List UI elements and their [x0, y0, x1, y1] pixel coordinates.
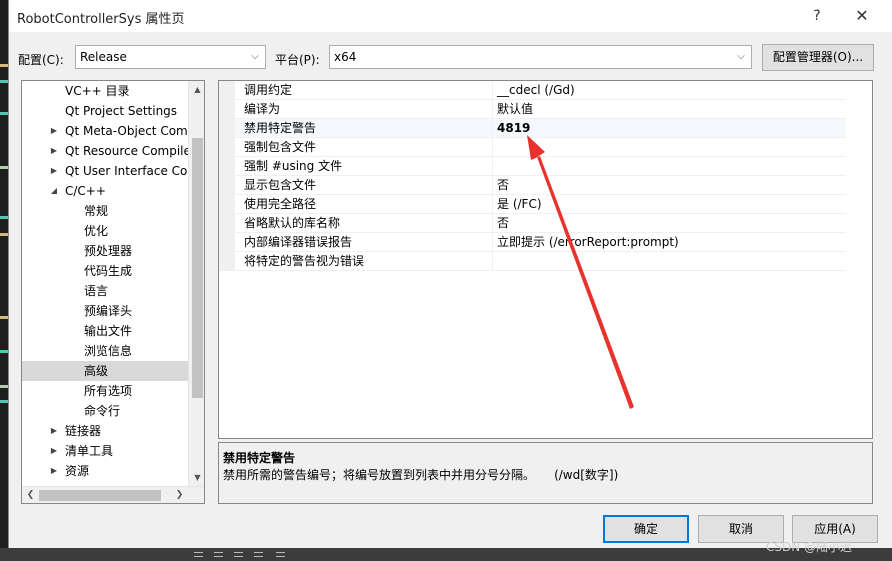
tree-item-all-options[interactable]: 所有选项: [22, 381, 188, 401]
row-gutter: [219, 252, 235, 271]
property-name: 省略默认的库名称: [235, 214, 493, 233]
property-name: 内部编译器错误报告: [235, 233, 493, 252]
title-bar: RobotControllerSys 属性页 ? ✕: [9, 0, 892, 32]
expand-arrow-icon[interactable]: ▶: [49, 461, 59, 481]
tree-item-linker[interactable]: ▶ 链接器: [22, 421, 188, 441]
row-gutter: [219, 176, 235, 195]
property-value[interactable]: __cdecl (/Gd): [494, 81, 846, 100]
scroll-left-icon[interactable]: ❮: [22, 487, 39, 503]
tree-item-optimization[interactable]: 优化: [22, 221, 188, 241]
property-value[interactable]: 否: [494, 176, 846, 195]
property-value[interactable]: [494, 157, 846, 176]
property-row-omit-default-library-name[interactable]: 省略默认的库名称 否: [219, 214, 846, 233]
platform-value: x64: [334, 50, 357, 64]
expand-arrow-icon[interactable]: ▶: [49, 441, 59, 461]
property-value[interactable]: 4819: [494, 119, 846, 138]
row-gutter: [219, 195, 235, 214]
tree-item-qt-meta-object[interactable]: ▶ Qt Meta-Object Com: [22, 121, 188, 141]
property-grid[interactable]: 调用约定 __cdecl (/Gd) 编译为 默认值 禁用特定警告 4819 强…: [218, 80, 873, 439]
window-title: RobotControllerSys 属性页: [17, 12, 185, 27]
category-tree[interactable]: VC++ 目录 Qt Project Settings ▶ Qt Meta-Ob…: [21, 80, 205, 504]
property-row-compile-as[interactable]: 编译为 默认值: [219, 100, 846, 119]
row-gutter: [219, 100, 235, 119]
property-row-calling-convention[interactable]: 调用约定 __cdecl (/Gd): [219, 81, 846, 100]
property-value[interactable]: 默认值: [494, 100, 846, 119]
property-name: 调用约定: [235, 81, 493, 100]
property-value[interactable]: 否: [494, 214, 846, 233]
config-label: 配置(C):: [18, 53, 64, 67]
expand-arrow-icon[interactable]: ▶: [49, 161, 59, 181]
property-name: 强制 #using 文件: [235, 157, 493, 176]
property-row-internal-compiler-error-reporting[interactable]: 内部编译器错误报告 立即提示 (/errorReport:prompt): [219, 233, 846, 252]
row-gutter: [219, 81, 235, 100]
property-value[interactable]: [494, 138, 846, 157]
row-gutter: [219, 138, 235, 157]
property-description-panel: 禁用特定警告 禁用所需的警告编号；将编号放置到列表中并用分号分隔。 (/wd[数…: [218, 442, 873, 504]
property-name: 强制包含文件: [235, 138, 493, 157]
tree-item-precompiled-headers[interactable]: 预编译头: [22, 301, 188, 321]
property-row-treat-warnings-as-errors[interactable]: 将特定的警告视为错误: [219, 252, 846, 271]
tree-item-browse-information[interactable]: 浏览信息: [22, 341, 188, 361]
tree-item-qt-resource-compiler[interactable]: ▶ Qt Resource Compile: [22, 141, 188, 161]
property-name: 禁用特定警告: [235, 119, 493, 138]
tree-item-advanced[interactable]: 高级: [22, 361, 188, 381]
tree-item-qt-user-interface[interactable]: ▶ Qt User Interface Co: [22, 161, 188, 181]
close-button[interactable]: ✕: [847, 2, 877, 30]
collapse-arrow-icon[interactable]: ◢: [49, 181, 59, 201]
property-name: 编译为: [235, 100, 493, 119]
scroll-thumb[interactable]: [39, 490, 161, 501]
tree-item-general[interactable]: 常规: [22, 201, 188, 221]
scroll-down-icon[interactable]: ▼: [189, 469, 204, 486]
row-gutter: [219, 119, 235, 138]
tree-item-qt-project-settings[interactable]: Qt Project Settings: [22, 101, 188, 121]
expand-arrow-icon[interactable]: ▶: [49, 121, 59, 141]
property-value[interactable]: 立即提示 (/errorReport:prompt): [494, 233, 846, 252]
tree-item-cpp[interactable]: ◢ C/C++: [22, 181, 188, 201]
property-name: 显示包含文件: [235, 176, 493, 195]
property-row-use-full-paths[interactable]: 使用完全路径 是 (/FC): [219, 195, 846, 214]
row-gutter: [219, 214, 235, 233]
row-gutter: [219, 233, 235, 252]
description-text: 禁用所需的警告编号；将编号放置到列表中并用分号分隔。 (/wd[数字]): [223, 468, 619, 482]
property-value[interactable]: [494, 252, 846, 271]
chevron-down-icon: ⌵: [251, 51, 259, 62]
background-taskbar: [0, 548, 892, 561]
tree-item-code-generation[interactable]: 代码生成: [22, 261, 188, 281]
chevron-down-icon: ⌵: [737, 51, 745, 62]
tree-item-manifest-tool[interactable]: ▶ 清单工具: [22, 441, 188, 461]
scroll-thumb[interactable]: [192, 138, 203, 398]
property-name: 将特定的警告视为错误: [235, 252, 493, 271]
property-row-disable-specific-warnings[interactable]: 禁用特定警告 4819: [219, 119, 846, 138]
description-title: 禁用特定警告: [223, 451, 296, 465]
tree-item-command-line[interactable]: 命令行: [22, 401, 188, 421]
scroll-right-icon[interactable]: ❯: [171, 487, 188, 503]
property-value[interactable]: 是 (/FC): [494, 195, 846, 214]
row-gutter: [219, 157, 235, 176]
background-editor: [0, 0, 8, 561]
expand-arrow-icon[interactable]: ▶: [49, 141, 59, 161]
config-manager-button[interactable]: 配置管理器(O)...: [762, 44, 874, 71]
property-row-forced-include-file[interactable]: 强制包含文件: [219, 138, 846, 157]
config-value: Release: [80, 50, 127, 64]
platform-dropdown[interactable]: x64 ⌵: [329, 45, 752, 69]
property-row-show-includes[interactable]: 显示包含文件 否: [219, 176, 846, 195]
tree-item-preprocessor[interactable]: 预处理器: [22, 241, 188, 261]
csdn-watermark: CSDN @陆小迟: [766, 540, 853, 554]
config-dropdown[interactable]: Release ⌵: [75, 45, 266, 69]
help-button[interactable]: ?: [802, 2, 832, 30]
platform-label: 平台(P):: [275, 53, 320, 67]
property-name: 使用完全路径: [235, 195, 493, 214]
tree-horizontal-scrollbar[interactable]: ❮ ❯: [22, 486, 204, 503]
tree-item-language[interactable]: 语言: [22, 281, 188, 301]
property-row-forced-using-file[interactable]: 强制 #using 文件: [219, 157, 846, 176]
property-pages-dialog: RobotControllerSys 属性页 ? ✕ 配置(C): Releas…: [8, 0, 892, 548]
tree-vertical-scrollbar[interactable]: ▲ ▼: [188, 81, 204, 486]
tree-item-vc-directories[interactable]: VC++ 目录: [22, 81, 188, 101]
ok-button[interactable]: 确定: [603, 515, 689, 543]
tree-item-resources[interactable]: ▶ 资源: [22, 461, 188, 481]
tree-item-output-files[interactable]: 输出文件: [22, 321, 188, 341]
scroll-up-icon[interactable]: ▲: [189, 81, 204, 98]
expand-arrow-icon[interactable]: ▶: [49, 421, 59, 441]
